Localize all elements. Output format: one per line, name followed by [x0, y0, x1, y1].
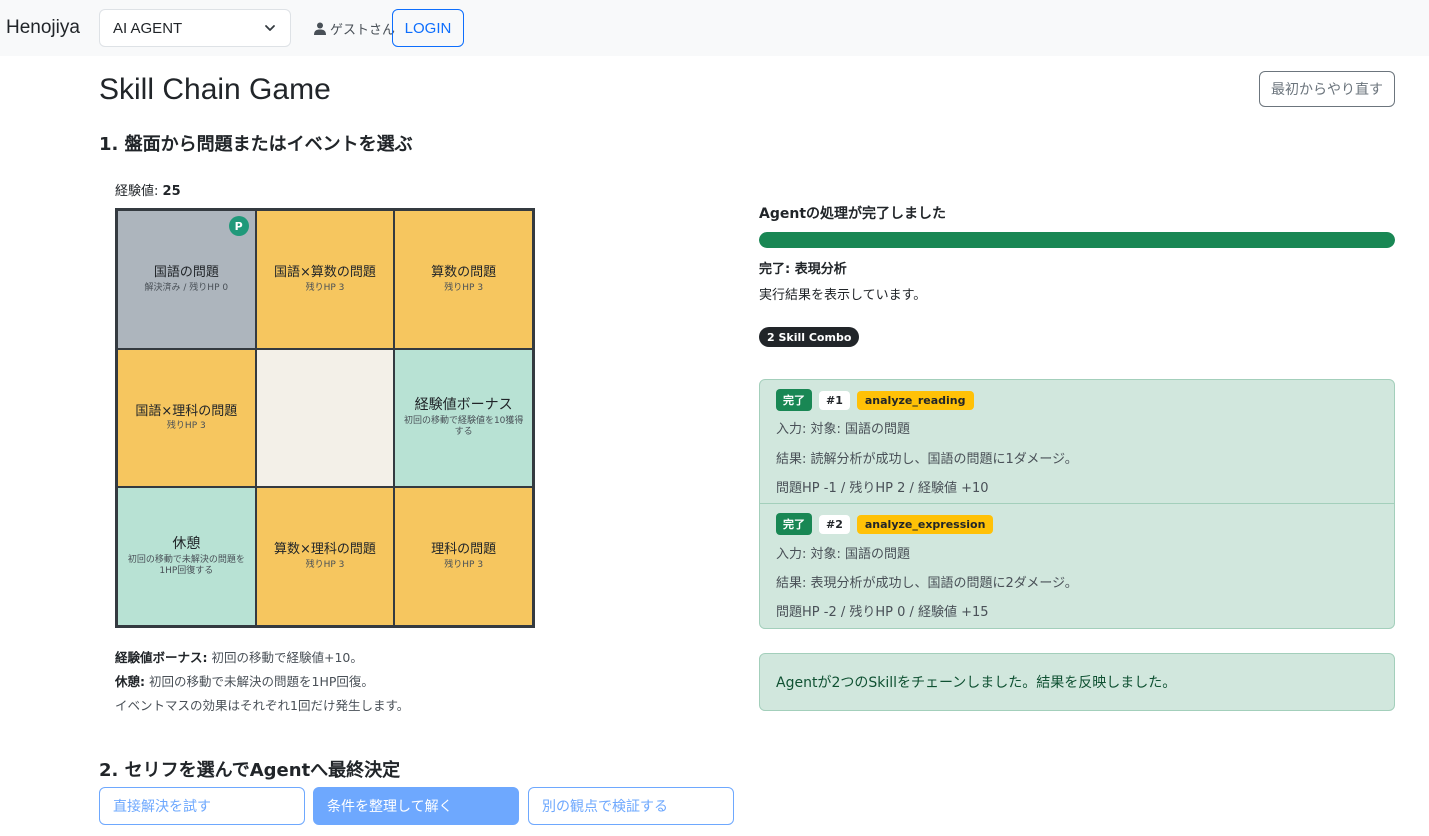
board-cell-math[interactable]: 算数の問題 残りHP 3 [394, 210, 533, 349]
cell-subtitle: 残りHP 3 [305, 282, 345, 293]
player-marker: P [228, 216, 249, 236]
final-message-alert: Agentが2つのSkillをチェーンしました。結果を反映しました。 [759, 653, 1395, 711]
agent-select-value: AI AGENT [113, 20, 183, 37]
navbar: Henojiya AI AGENT ゲストさん LOGIN [0, 0, 1429, 56]
game-board: P 国語の問題 解決済み / 残りHP 0 国語×算数の問題 残りHP 3 算数… [115, 208, 535, 628]
cell-title: 休憩 [172, 536, 201, 553]
step1-heading: 1. 盤面から問題またはイベントを選ぶ [99, 134, 413, 155]
skill-name-badge: analyze_expression [856, 514, 994, 534]
skill-step: 完了 #1 analyze_reading 入力: 対象: 国語の問題 結果: … [760, 380, 1394, 504]
agent-select[interactable]: AI AGENT [99, 9, 291, 47]
guest-user: ゲストさん [314, 19, 395, 38]
board-cell-science[interactable]: 理科の問題 残りHP 3 [394, 487, 533, 626]
step-result: 結果: 読解分析が成功し、国語の問題に1ダメージ。 [776, 452, 1078, 467]
login-button[interactable]: LOGIN [392, 9, 464, 47]
board-cell-japanese[interactable]: P 国語の問題 解決済み / 残りHP 0 [117, 210, 256, 349]
step-result: 結果: 表現分析が成功し、国語の問題に2ダメージ。 [776, 576, 1078, 591]
page-title: Skill Chain Game [99, 73, 331, 106]
step-effect: 問題HP -1 / 残りHP 2 / 経験値 +10 [776, 481, 989, 496]
board-cell-japanese-math[interactable]: 国語×算数の問題 残りHP 3 [255, 210, 395, 349]
cell-title: 理科の問題 [431, 542, 497, 558]
note-rest: 休憩: 初回の移動で未解決の問題を1HP回復。 [115, 670, 409, 694]
note-rest-label: 休憩: [115, 674, 145, 689]
step-number-badge: #2 [819, 514, 850, 534]
skill-steps-list: 完了 #1 analyze_reading 入力: 対象: 国語の問題 結果: … [759, 379, 1395, 629]
skill-step: 完了 #2 analyze_expression 入力: 対象: 国語の問題 結… [760, 504, 1394, 628]
agent-done-line: 完了: 表現分析 [759, 262, 847, 277]
note-bonus: 経験値ボーナス: 初回の移動で経験値+10。 [115, 646, 409, 670]
skill-combo-badge: 2 Skill Combo [759, 327, 860, 347]
agent-progress-bar [759, 232, 1395, 248]
cell-subtitle: 初回の移動で未解決の問題を1HP回復する [127, 554, 245, 577]
step-number-badge: #1 [819, 390, 850, 410]
status-badge: 完了 [776, 513, 812, 535]
note-bonus-label: 経験値ボーナス: [115, 650, 208, 665]
step-effect: 問題HP -2 / 残りHP 0 / 経験値 +15 [776, 605, 989, 620]
experience-label: 経験値: [115, 184, 159, 199]
cell-subtitle: 残りHP 3 [305, 559, 345, 570]
board-cell-math-science[interactable]: 算数×理科の問題 残りHP 3 [255, 487, 395, 626]
agent-status-title: Agentの処理が完了しました [759, 206, 947, 222]
chevron-down-icon [265, 25, 275, 31]
cell-title: 経験値ボーナス [414, 397, 513, 414]
guest-label: ゲストさん [330, 23, 396, 38]
brand-logo[interactable]: Henojiya [6, 17, 80, 39]
agent-result-line: 実行結果を表示しています。 [759, 288, 927, 303]
step2-heading: 2. セリフを選んでAgentへ最終決定 [99, 760, 401, 781]
board-cell-rest[interactable]: 休憩 初回の移動で未解決の問題を1HP回復する [117, 487, 256, 626]
status-badge: 完了 [776, 389, 812, 411]
cell-subtitle: 残りHP 3 [444, 559, 484, 570]
option-organize-conditions[interactable]: 条件を整理して解く [313, 787, 519, 825]
agent-progress-fill [759, 232, 1395, 248]
board-cell-japanese-science[interactable]: 国語×理科の問題 残りHP 3 [117, 348, 256, 488]
option-direct-solve[interactable]: 直接解決を試す [99, 787, 305, 825]
experience-display: 経験値: 25 [115, 180, 181, 199]
note-rest-text: 初回の移動で未解決の問題を1HP回復。 [148, 674, 374, 689]
skill-name-badge: analyze_reading [856, 390, 974, 410]
cell-title: 算数×理科の問題 [274, 542, 376, 558]
cell-title: 国語の問題 [153, 264, 219, 280]
cell-subtitle: 解決済み / 残りHP 0 [144, 282, 229, 293]
cell-subtitle: 残りHP 3 [444, 282, 484, 293]
note-bonus-text: 初回の移動で経験値+10。 [211, 650, 363, 665]
restart-button[interactable]: 最初からやり直す [1259, 71, 1395, 107]
cell-title: 国語×理科の問題 [135, 403, 238, 419]
step-input: 入力: 対象: 国語の問題 [776, 422, 911, 437]
board-cell-center[interactable] [255, 348, 395, 488]
skill-step-badges: 完了 #1 analyze_reading [776, 389, 974, 411]
skill-step-badges: 完了 #2 analyze_expression [776, 513, 994, 535]
experience-value: 25 [162, 184, 181, 199]
cell-subtitle: 残りHP 3 [166, 421, 206, 432]
note-event: イベントマスの効果はそれぞれ1回だけ発生します。 [115, 698, 410, 713]
cell-subtitle: 初回の移動で経験値を10獲得する [403, 416, 524, 438]
option-verify-other-view[interactable]: 別の観点で検証する [528, 787, 734, 825]
board-cell-exp-bonus[interactable]: 経験値ボーナス 初回の移動で経験値を10獲得する [394, 348, 533, 488]
cell-title: 算数の問題 [431, 264, 497, 280]
cell-title: 国語×算数の問題 [274, 264, 376, 280]
user-icon [314, 22, 326, 35]
step-input: 入力: 対象: 国語の問題 [776, 547, 911, 562]
board-notes: 経験値ボーナス: 初回の移動で経験値+10。 休憩: 初回の移動で未解決の問題を… [115, 646, 409, 718]
